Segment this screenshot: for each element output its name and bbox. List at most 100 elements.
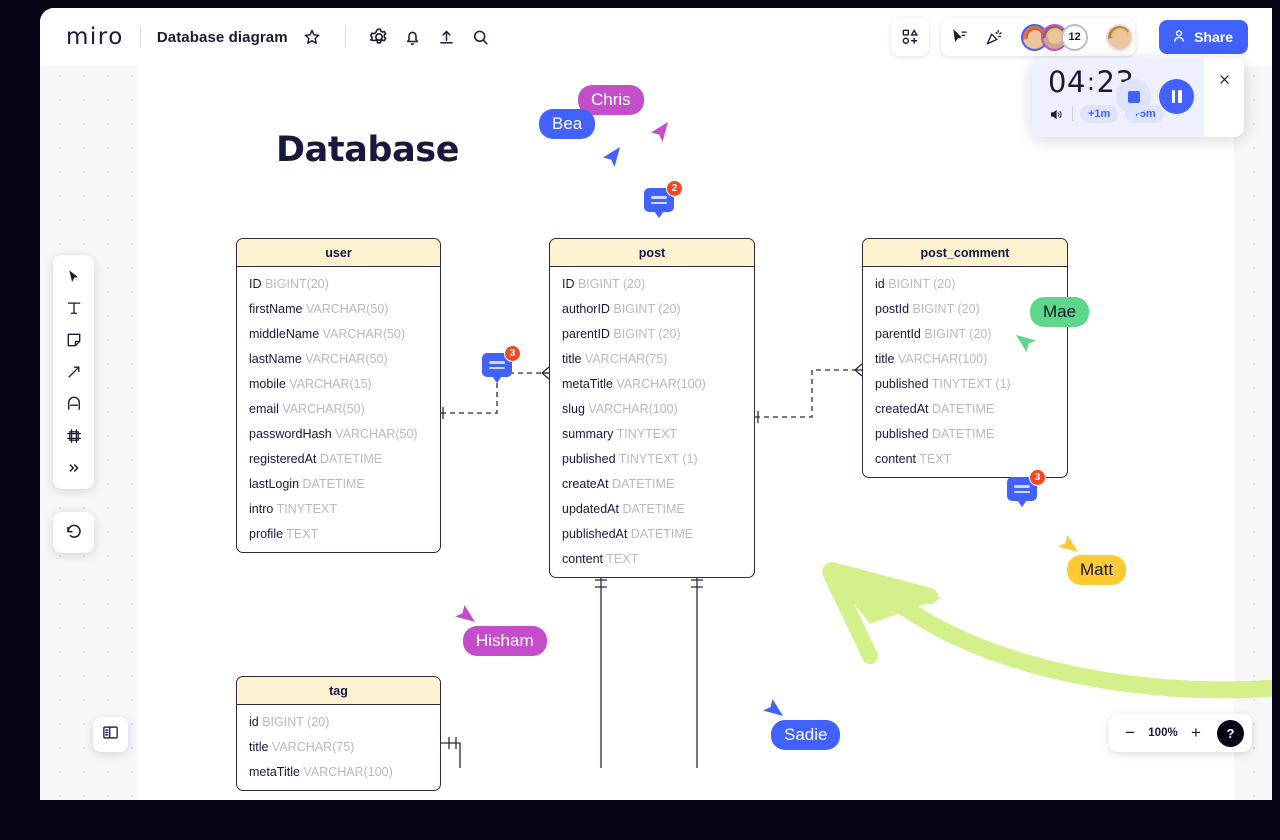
er-field-name: title (875, 352, 894, 366)
er-field-name: passwordHash (249, 427, 332, 441)
board-canvas[interactable]: miro Database diagram (40, 8, 1272, 800)
er-field-type: BIGINT (20) (575, 277, 646, 291)
er-field-row[interactable]: lastName VARCHAR(50) (237, 346, 440, 371)
er-field-type: DATETIME (299, 477, 365, 491)
er-field-name: mobile (249, 377, 286, 391)
er-table[interactable]: user ID BIGINT(20)firstName VARCHAR(50)mi… (236, 238, 441, 553)
er-field-type: TEXT (916, 452, 951, 466)
er-field-row[interactable]: registeredAt DATETIME (237, 446, 440, 471)
speaker-icon[interactable] (1048, 107, 1065, 122)
cursor-share-icon[interactable] (943, 20, 977, 54)
person-icon (1171, 28, 1187, 47)
board-title[interactable]: Database diagram (157, 29, 288, 46)
er-field-type: BIGINT (20) (259, 715, 330, 729)
party-popper-icon[interactable] (977, 20, 1011, 54)
er-field-row[interactable]: passwordHash VARCHAR(50) (237, 421, 440, 446)
er-field-type: VARCHAR(50) (332, 427, 418, 441)
er-table[interactable]: tagid BIGINT (20)title VARCHAR(75)metaTi… (236, 676, 441, 791)
er-field-row[interactable]: profile TEXT (237, 521, 440, 546)
er-field-row[interactable]: ID BIGINT(20) (237, 271, 440, 296)
text-tool[interactable] (57, 293, 90, 323)
gear-icon[interactable] (362, 20, 396, 54)
bell-icon[interactable] (396, 20, 430, 54)
divider (1072, 107, 1073, 121)
er-field-row[interactable]: createdAt DATETIME (863, 396, 1067, 421)
miro-logo[interactable]: miro (66, 24, 124, 50)
er-field-type: VARCHAR(50) (302, 352, 388, 366)
upload-icon[interactable] (430, 20, 464, 54)
er-field-row[interactable]: metaTitle VARCHAR(100) (237, 759, 440, 784)
zoom-level[interactable]: 100% (1145, 727, 1181, 739)
star-icon[interactable] (295, 20, 329, 54)
er-table[interactable]: postID BIGINT (20)authorID BIGINT (20)pa… (549, 238, 755, 578)
sticky-note-tool[interactable] (57, 325, 90, 355)
er-field-row[interactable]: middleName VARCHAR(50) (237, 321, 440, 346)
er-field-row[interactable]: mobile VARCHAR(15) (237, 371, 440, 396)
er-field-name: intro (249, 502, 273, 516)
er-field-type: VARCHAR(75) (268, 740, 354, 754)
timer-widget[interactable]: 04:23 +1m +5m (1032, 58, 1244, 137)
undo-button[interactable] (53, 512, 94, 553)
help-button[interactable]: ? (1217, 720, 1244, 747)
er-field-name: createAt (562, 477, 609, 491)
er-field-row[interactable]: firstName VARCHAR(50) (237, 296, 440, 321)
er-field-type: VARCHAR(50) (279, 402, 365, 416)
er-field-row[interactable]: updatedAt DATETIME (550, 496, 754, 521)
er-field-name: content (562, 552, 603, 566)
er-field-name: slug (562, 402, 585, 416)
er-field-row[interactable]: published TINYTEXT (1) (863, 371, 1067, 396)
er-field-row[interactable]: slug VARCHAR(100) (550, 396, 754, 421)
er-field-name: authorID (562, 302, 610, 316)
er-field-name: parentID (562, 327, 610, 341)
er-field-row[interactable]: authorID BIGINT (20) (550, 296, 754, 321)
shapes-tool[interactable] (57, 389, 90, 419)
er-field-row[interactable]: content TEXT (550, 546, 754, 571)
avatar-self[interactable] (1106, 24, 1133, 51)
panel-toggle[interactable] (93, 717, 128, 752)
er-field-row[interactable]: id BIGINT (20) (863, 271, 1067, 296)
er-field-row[interactable]: published TINYTEXT (1) (550, 446, 754, 471)
more-tools[interactable] (57, 453, 90, 483)
er-field-row[interactable]: id BIGINT (20) (237, 709, 440, 734)
er-table-title: user (237, 239, 440, 267)
stop-button[interactable] (1116, 79, 1151, 114)
er-field-row[interactable]: publishedAt DATETIME (550, 521, 754, 546)
er-field-row[interactable]: intro TINYTEXT (237, 496, 440, 521)
er-field-row[interactable]: title VARCHAR(75) (237, 734, 440, 759)
er-field-name: lastLogin (249, 477, 299, 491)
avatar-overflow-count[interactable]: 12 (1061, 24, 1088, 51)
timer-close-button[interactable] (1204, 58, 1244, 137)
er-field-name: published (875, 377, 929, 391)
er-field-row[interactable]: createAt DATETIME (550, 471, 754, 496)
er-field-row[interactable]: metaTitle VARCHAR(100) (550, 371, 754, 396)
search-icon[interactable] (464, 20, 498, 54)
comment-pin[interactable]: 3 (482, 353, 512, 377)
zoom-out-button[interactable]: − (1117, 720, 1143, 746)
frame-tool[interactable] (57, 421, 90, 451)
divider (140, 26, 141, 48)
zoom-in-button[interactable]: + (1183, 720, 1209, 746)
timer-minutes: 04 (1048, 65, 1086, 99)
er-field-row[interactable]: title VARCHAR(75) (550, 346, 754, 371)
share-button[interactable]: Share (1159, 20, 1248, 54)
comment-pin[interactable]: 3 (1007, 477, 1037, 501)
avatar-stack[interactable]: 12 (1021, 24, 1088, 51)
er-field-row[interactable]: parentID BIGINT (20) (550, 321, 754, 346)
comment-pin[interactable]: 2 (644, 188, 674, 212)
pen-tool[interactable] (57, 357, 90, 387)
apps-grid-icon[interactable] (893, 20, 927, 54)
er-field-type: TINYTEXT (613, 427, 677, 441)
add-1m-button[interactable]: +1m (1080, 105, 1118, 123)
er-field-type: VARCHAR(100) (300, 765, 393, 779)
er-field-row[interactable]: email VARCHAR(50) (237, 396, 440, 421)
er-field-row[interactable]: published DATETIME (863, 421, 1067, 446)
er-field-type: BIGINT (20) (909, 302, 980, 316)
er-field-row[interactable]: content TEXT (863, 446, 1067, 471)
er-table-title: post (550, 239, 754, 267)
timer-controls (1116, 79, 1194, 114)
er-field-row[interactable]: summary TINYTEXT (550, 421, 754, 446)
pause-button[interactable] (1159, 79, 1194, 114)
er-field-row[interactable]: lastLogin DATETIME (237, 471, 440, 496)
select-tool[interactable] (57, 261, 90, 291)
er-field-row[interactable]: ID BIGINT (20) (550, 271, 754, 296)
